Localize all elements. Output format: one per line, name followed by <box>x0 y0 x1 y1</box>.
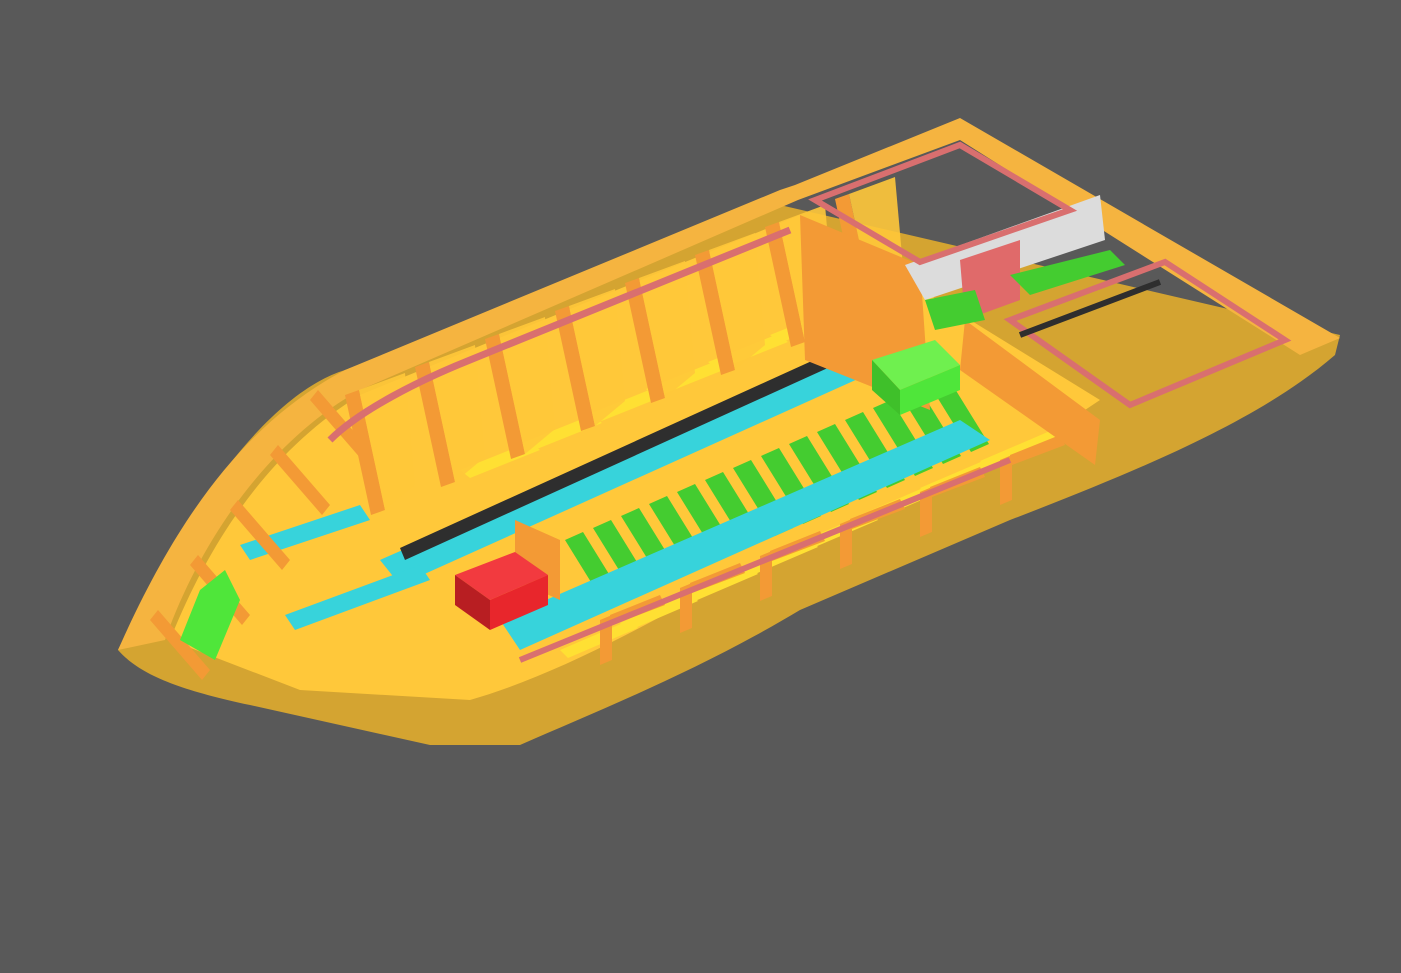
boat-hull-model[interactable] <box>0 0 1401 973</box>
3d-viewport[interactable] <box>0 0 1401 973</box>
